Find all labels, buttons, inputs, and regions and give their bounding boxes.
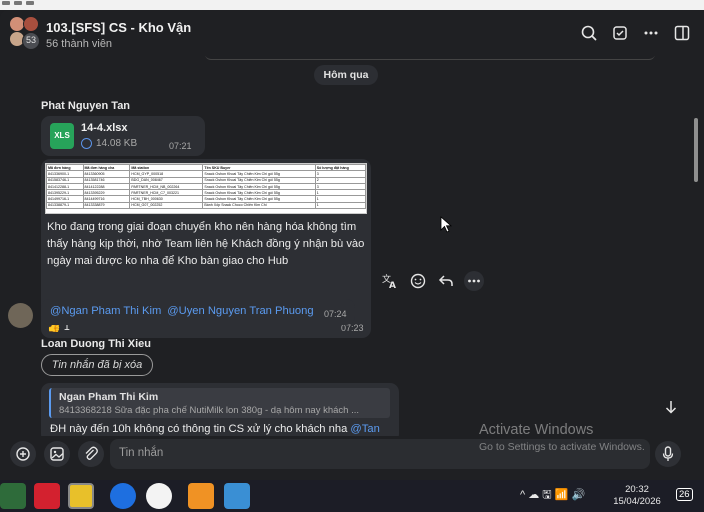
sender-name[interactable]: Phat Nguyen Tan — [41, 100, 130, 112]
browser-icon[interactable] — [146, 483, 172, 509]
attachment-icon[interactable] — [78, 441, 104, 467]
avatar — [23, 16, 39, 32]
date-separator: Hôm qua — [314, 65, 378, 85]
message-time: 07:21 — [169, 141, 192, 151]
image-icon[interactable] — [44, 441, 70, 467]
quoted-sender: Ngan Pham Thi Kim — [59, 391, 159, 403]
sidebar-toggle-icon[interactable] — [671, 22, 693, 44]
reply-icon[interactable] — [435, 270, 457, 292]
strip-icon — [14, 1, 22, 5]
recalled-message[interactable]: Tin nhắn đã bị xóa — [41, 354, 153, 376]
member-count-badge: 53 — [22, 32, 40, 50]
taskbar: ^ ☁ 🖫 📶 🔊 20:32 15/04/2026 26 — [0, 480, 704, 512]
strip-icon — [26, 1, 34, 5]
chat-window: 53 103.[SFS] CS - Kho Vận 56 thành viên … — [0, 10, 704, 480]
sticky-notes-icon[interactable] — [68, 483, 94, 509]
spreadsheet-table: Mã đơn hàng Mã đơn hàng cha Mã station Tên … — [46, 164, 366, 210]
table-cell: 1 — [314, 201, 366, 210]
clock-time: 20:32 — [625, 484, 649, 495]
mention-link[interactable]: @Uyen Nguyen Tran Phuong — [167, 305, 313, 317]
spreadsheet-image[interactable]: Mã đơn hàng Mã đơn hàng cha Mã station Tên … — [45, 163, 367, 214]
scroll-to-bottom-icon[interactable] — [660, 396, 682, 418]
excel-file-icon: XLS — [50, 123, 74, 149]
window-top-icons — [0, 0, 40, 6]
chat-header: 53 103.[SFS] CS - Kho Vận 56 thành viên — [0, 10, 704, 56]
message-time: 07:24 — [324, 309, 347, 319]
table-cell: 841338879-1 — [46, 201, 84, 210]
translate-icon[interactable]: 文 A — [379, 270, 401, 292]
mention-link[interactable]: @Ngan Pham Thi Kim — [50, 305, 161, 317]
apps-icon[interactable] — [0, 483, 26, 509]
table-row: 841338879-1 8413338879 HCM_G07_002252 Bánh … — [46, 201, 366, 210]
microphone-icon[interactable] — [655, 441, 681, 467]
mention-text: @Ngan Pham Thi Kim @Uyen Nguyen Tran Phuo… — [50, 305, 320, 317]
mention-message[interactable]: @Ngan Pham Thi Kim @Uyen Nguyen Tran Phuo… — [41, 299, 355, 325]
mouse-cursor-icon — [440, 216, 453, 233]
file-message[interactable]: XLS 14-4.xlsx 14.08 KB 07:21 — [41, 116, 205, 156]
quoted-text: 8413368218 Sữa đặc pha chế NutiMilk lon … — [59, 405, 359, 416]
avatar[interactable] — [8, 303, 33, 328]
search-icon[interactable] — [578, 22, 600, 44]
emoji-react-icon[interactable] — [407, 270, 429, 292]
add-icon[interactable] — [10, 441, 36, 467]
member-count[interactable]: 56 thành viên — [46, 38, 112, 50]
tray-icons[interactable]: ^ ☁ 🖫 📶 🔊 — [520, 486, 585, 505]
more-options-icon[interactable] — [640, 22, 662, 44]
scrollbar-thumb[interactable] — [694, 118, 698, 182]
reply-message[interactable]: Ngan Pham Thi Kim 8413368218 Sữa đặc pha… — [41, 383, 399, 436]
clock-date: 15/04/2026 — [613, 496, 661, 507]
sender-name[interactable]: Loan Duong Thi Xieu — [41, 338, 151, 350]
window-top-strip — [0, 0, 704, 10]
task-icon[interactable] — [609, 22, 631, 44]
previous-message-edge — [205, 56, 655, 60]
quoted-message[interactable]: Ngan Pham Thi Kim 8413368218 Sữa đặc pha… — [49, 388, 390, 418]
notification-count: 26 — [676, 488, 693, 501]
notification-icon[interactable]: 26 — [673, 488, 693, 504]
message-text: ĐH này đến 10h không có thông tin CS xử … — [50, 423, 380, 435]
table-cell: 8413338879 — [82, 201, 131, 210]
group-title[interactable]: 103.[SFS] CS - Kho Vận — [46, 20, 191, 35]
message-list[interactable]: Hôm qua Phat Nguyen Tan XLS 14-4.xlsx 14… — [0, 56, 704, 436]
table-cell: HCM_G07_002252 — [129, 201, 204, 210]
zalo-icon[interactable] — [110, 483, 136, 509]
svg-text:A: A — [389, 281, 396, 291]
table-cell: Bánh Xốp Snack Choco Chiên Kim Chi — [202, 201, 316, 210]
file-size: 14.08 KB — [96, 138, 138, 149]
clock[interactable]: 20:32 15/04/2026 — [609, 484, 665, 508]
message-text: Kho đang trong giai đoạn chuyển kho nên … — [47, 221, 365, 267]
activate-windows-title: Activate Windows — [479, 422, 594, 438]
wps-icon[interactable] — [34, 483, 60, 509]
download-icon[interactable] — [81, 138, 92, 149]
group-avatar[interactable]: 53 — [9, 16, 41, 50]
file-name: 14-4.xlsx — [81, 122, 128, 134]
message-actions: 文 A — [379, 270, 489, 292]
activate-windows-subtitle: Go to Settings to activate Windows. — [479, 441, 645, 453]
mention-link[interactable]: @Tan — [350, 423, 379, 435]
app-icon[interactable] — [188, 483, 214, 509]
more-actions-icon[interactable] — [463, 270, 485, 292]
strip-icon — [2, 1, 10, 5]
reply-body: ĐH này đến 10h không có thông tin CS xử … — [50, 423, 348, 435]
app-icon[interactable] — [224, 483, 250, 509]
message-input-placeholder: Tin nhắn — [119, 447, 164, 459]
